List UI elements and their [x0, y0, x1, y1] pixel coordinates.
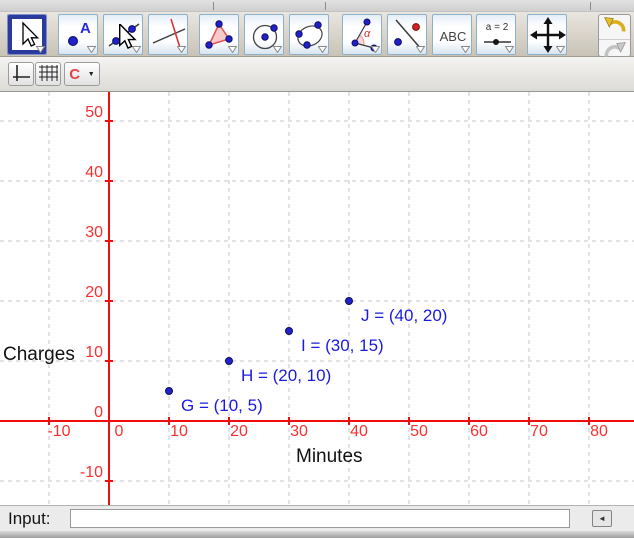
- x-tick-label: 60: [470, 423, 488, 440]
- tool-move-button[interactable]: [7, 14, 47, 55]
- menubar-strip: [0, 0, 634, 12]
- x-tick-label: 80: [590, 423, 608, 440]
- y-tick-label: 40: [85, 164, 103, 181]
- toolbar-handle-mark: [325, 2, 326, 10]
- tool-text-button[interactable]: ABC: [432, 14, 472, 55]
- tool-point-button[interactable]: A: [58, 14, 98, 55]
- tool-dropdown-icon[interactable]: [132, 46, 141, 53]
- x-tick-label: -10: [47, 423, 70, 440]
- undo-redo-group: [598, 14, 631, 57]
- input-label: Input:: [8, 509, 51, 529]
- angle-tool-label: α: [364, 28, 371, 40]
- x-tick-label: 70: [530, 423, 548, 440]
- data-point-I[interactable]: [286, 328, 293, 335]
- toggle-grid-button[interactable]: [35, 62, 61, 86]
- tool-slider-button[interactable]: a = 2: [476, 14, 516, 55]
- tool-dropdown-icon[interactable]: [371, 46, 380, 53]
- axes-icon: [10, 63, 32, 83]
- point-label-H[interactable]: H = (20, 10): [241, 366, 331, 385]
- data-point-G[interactable]: [166, 388, 173, 395]
- grid-icon: [37, 63, 59, 83]
- tool-line-button[interactable]: [103, 14, 143, 55]
- x-tick-label: 20: [230, 423, 248, 440]
- x-tick-label: 40: [350, 423, 368, 440]
- point-label-I[interactable]: I = (30, 15): [301, 336, 384, 355]
- geogebra-window: A: [0, 0, 634, 538]
- toolbar-handle-mark: [213, 2, 214, 10]
- toolbar: A: [0, 12, 634, 57]
- undo-button[interactable]: [599, 15, 630, 35]
- left-triangle-icon: ◄: [598, 514, 606, 523]
- chevron-down-icon: ▼: [88, 71, 95, 78]
- data-point-H[interactable]: [226, 358, 233, 365]
- tool-dropdown-icon[interactable]: [228, 46, 237, 53]
- x-tick-label: 50: [410, 423, 428, 440]
- tool-conic-button[interactable]: [289, 14, 329, 55]
- y-tick-label: 10: [85, 344, 103, 361]
- graphics-view[interactable]: -10 0 10 20 30 40 50 60 70 80 -10 0 10 20 30 40 50 G = (1…: [0, 92, 634, 505]
- y-tick-label: -10: [80, 464, 103, 481]
- x-axis-title[interactable]: Minutes: [296, 446, 363, 468]
- tool-move-view-button[interactable]: [527, 14, 567, 55]
- tool-dropdown-icon[interactable]: [556, 46, 565, 53]
- point-label-G[interactable]: G = (10, 5): [181, 396, 263, 415]
- point-capturing-dropdown[interactable]: C ▼: [64, 62, 100, 86]
- window-bottom-edge: [0, 531, 634, 538]
- data-point-J[interactable]: [346, 298, 353, 305]
- tool-dropdown-icon[interactable]: [318, 46, 327, 53]
- tool-dropdown-icon[interactable]: [461, 46, 470, 53]
- capture-label: C: [69, 66, 80, 83]
- x-tick-label: 0: [115, 423, 124, 440]
- command-input[interactable]: [70, 509, 570, 528]
- toolbar-handle-mark: [590, 2, 591, 10]
- graph-canvas[interactable]: -10 0 10 20 30 40 50 60 70 80 -10 0 10 20 30 40 50 G = (1…: [0, 92, 634, 505]
- tool-perpendicular-line-button[interactable]: [148, 14, 188, 55]
- y-axis-title[interactable]: Charges: [3, 344, 75, 366]
- tool-dropdown-icon[interactable]: [505, 46, 514, 53]
- point-tool-label: A: [80, 20, 91, 37]
- graphics-style-bar: C ▼: [0, 57, 634, 92]
- point-label-J[interactable]: J = (40, 20): [361, 306, 447, 325]
- tool-angle-button[interactable]: α: [342, 14, 382, 55]
- tool-dropdown-icon[interactable]: [273, 46, 282, 53]
- tool-dropdown-icon[interactable]: [177, 46, 186, 53]
- input-bar: Input: ◄: [0, 505, 634, 531]
- y-tick-label: 30: [85, 224, 103, 241]
- y-tick-label: 50: [85, 104, 103, 121]
- tool-dropdown-icon[interactable]: [36, 46, 45, 53]
- y-tick-label: 20: [85, 284, 103, 301]
- slider-tool-label: a = 2: [486, 22, 509, 33]
- tool-reflect-button[interactable]: [387, 14, 427, 55]
- tool-dropdown-icon[interactable]: [87, 46, 96, 53]
- input-help-toggle-button[interactable]: ◄: [592, 510, 612, 527]
- tool-polygon-button[interactable]: [199, 14, 239, 55]
- toggle-axes-button[interactable]: [8, 62, 34, 86]
- undo-icon: [600, 15, 630, 34]
- tool-dropdown-icon[interactable]: [416, 46, 425, 53]
- tool-circle-button[interactable]: [244, 14, 284, 55]
- y-tick-label: 0: [94, 404, 103, 421]
- x-tick-label: 10: [170, 423, 188, 440]
- text-tool-label: ABC: [440, 29, 467, 44]
- x-tick-label: 30: [290, 423, 308, 440]
